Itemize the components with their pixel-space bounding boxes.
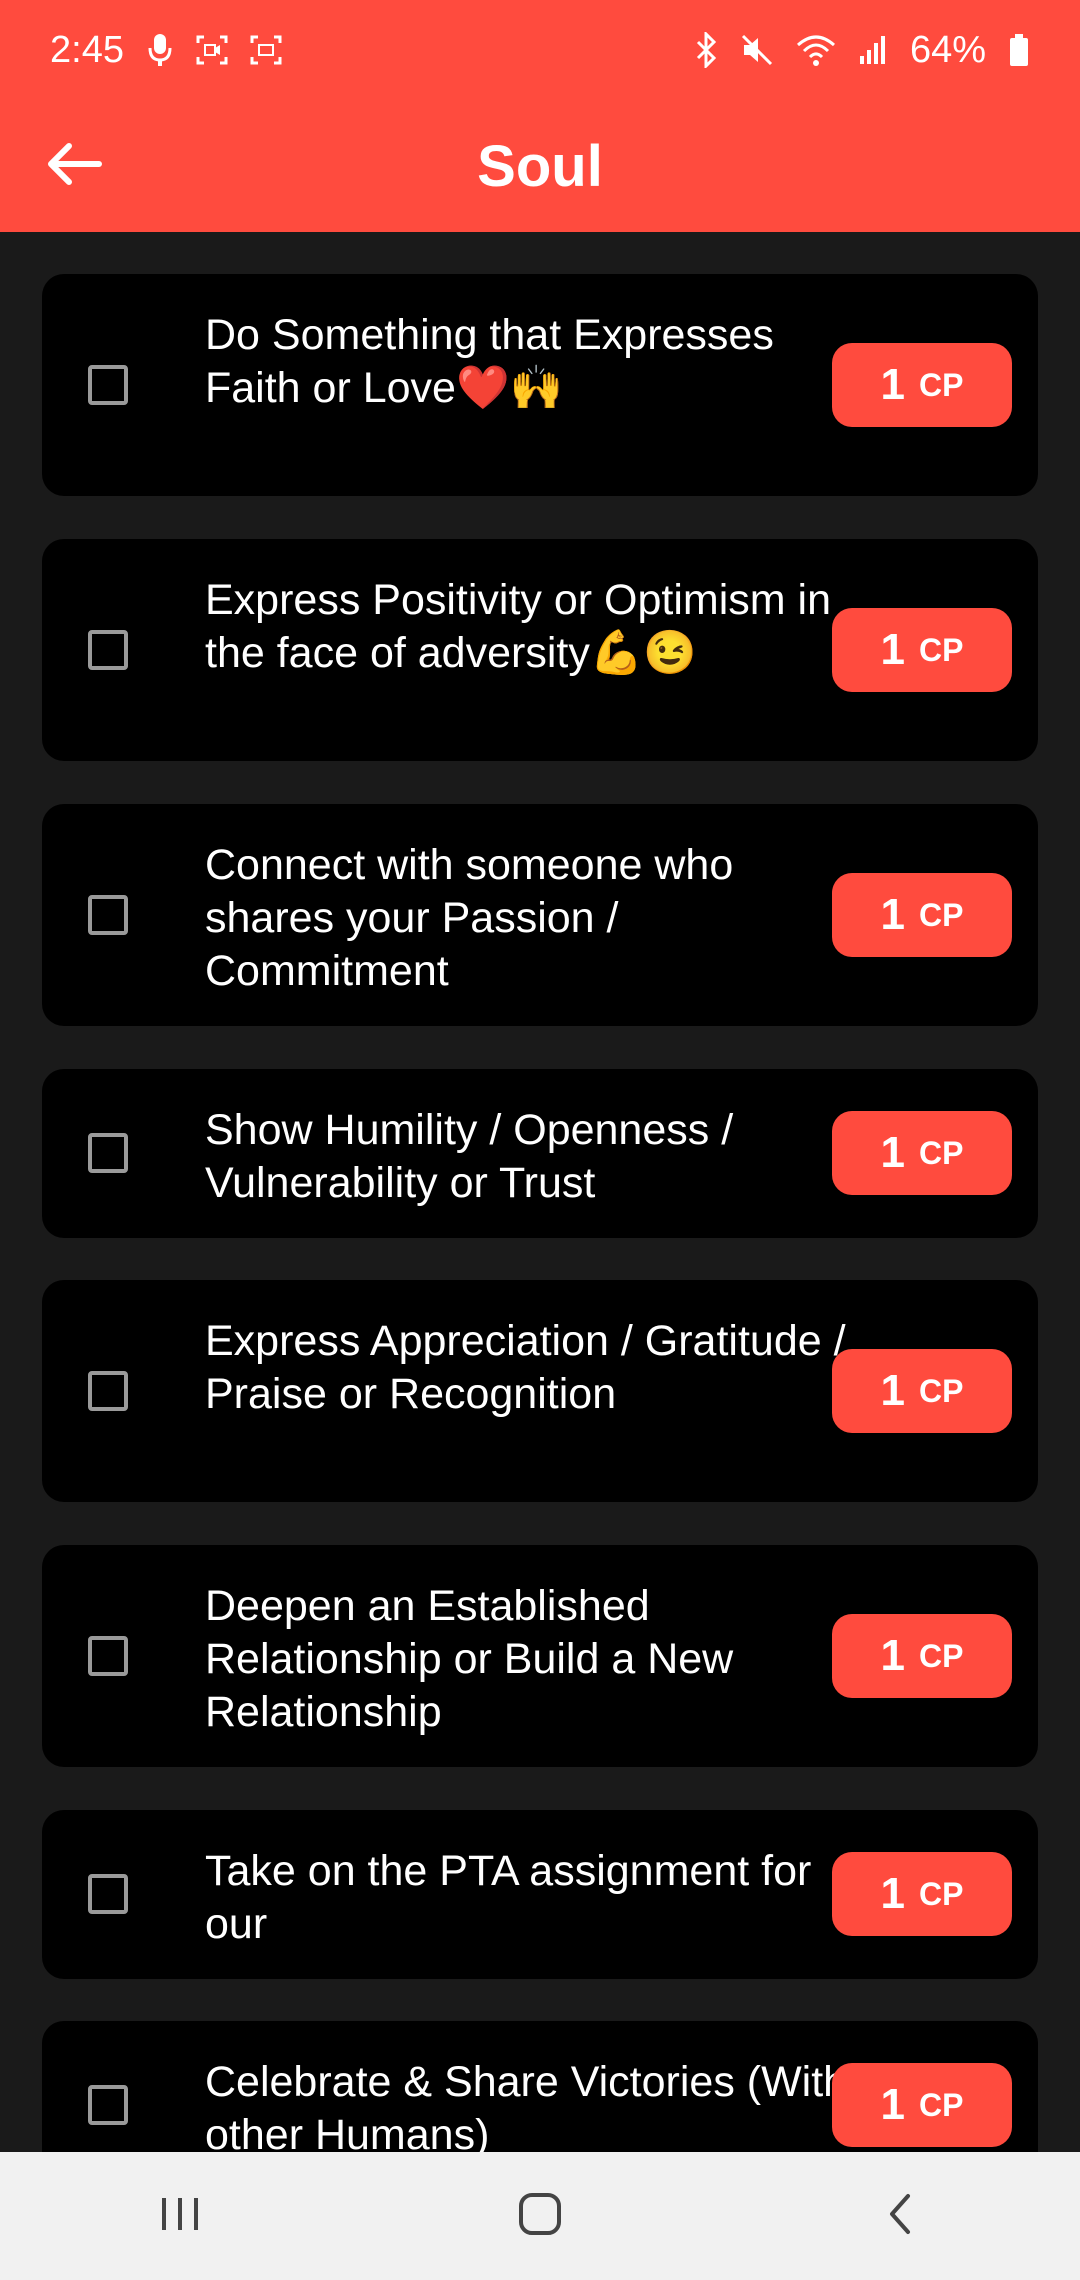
signal-icon [858,34,888,66]
points-unit: CP [919,631,964,668]
task-label: Deepen an Established Relationship or Bu… [205,1582,734,1736]
recent-apps-icon [158,2194,202,2239]
task-label: Take on the PTA assignment for our [205,1847,812,1948]
task-checkbox[interactable] [88,630,128,670]
battery-icon [1008,33,1030,67]
task-checkbox[interactable] [88,1636,128,1676]
home-button[interactable] [480,2166,600,2266]
points-unit: CP [919,1875,964,1912]
task-checkbox[interactable] [88,1133,128,1173]
bluetooth-icon [694,32,718,68]
task-checkbox[interactable] [88,1874,128,1914]
points-unit: CP [919,896,964,933]
points-badge[interactable]: 1 CP [832,1614,1012,1698]
points-value: 1 [880,890,906,939]
points-badge[interactable]: 1 CP [832,2063,1012,2147]
battery-percent: 64% [909,28,986,71]
task-checkbox[interactable] [88,2085,128,2125]
screen-record-icon [196,35,228,65]
points-badge[interactable]: 1 CP [832,1852,1012,1936]
points-badge[interactable]: 1 CP [832,343,1012,427]
status-time: 2:45 [50,28,124,71]
wifi-icon [796,33,836,67]
points-value: 1 [880,2080,906,2129]
page-title: Soul [477,133,603,199]
task-card[interactable]: Do Something that Expresses Faith or Lov… [42,274,1038,496]
task-checkbox[interactable] [88,1371,128,1411]
status-bar-right: 64% [694,29,1030,72]
task-label: Connect with someone who shares your Pas… [205,841,734,995]
status-bar: 2:45 64% [0,0,1080,100]
screen-capture-icon [250,35,282,65]
task-card[interactable]: Connect with someone who shares your Pas… [42,804,1038,1026]
task-card[interactable]: Take on the PTA assignment for our 1 CP [42,1810,1038,1979]
points-unit: CP [919,1637,964,1674]
task-label: Celebrate & Share Victories (With other … [205,2058,848,2152]
status-bar-left: 2:45 [50,29,282,72]
points-badge[interactable]: 1 CP [832,608,1012,692]
points-badge[interactable]: 1 CP [832,1111,1012,1195]
task-card[interactable]: Express Appreciation / Gratitude / Prais… [42,1280,1038,1502]
task-label: Express Positivity or Optimism in the fa… [205,576,832,677]
app-bar: Soul [0,100,1080,232]
points-value: 1 [880,625,906,674]
points-value: 1 [880,1128,906,1177]
mic-icon [146,32,174,68]
task-list[interactable]: Do Something that Expresses Faith or Lov… [0,232,1080,2152]
points-value: 1 [880,1631,906,1680]
home-icon [516,2190,564,2243]
points-value: 1 [880,1366,906,1415]
points-unit: CP [919,1372,964,1409]
task-checkbox[interactable] [88,365,128,405]
points-value: 1 [880,360,906,409]
points-unit: CP [919,366,964,403]
points-badge[interactable]: 1 CP [832,873,1012,957]
task-label: Show Humility / Openness / Vulnerability… [205,1106,734,1207]
points-badge[interactable]: 1 CP [832,1349,1012,1433]
back-icon [882,2190,918,2243]
points-unit: CP [919,2086,964,2123]
task-label: Do Something that Expresses Faith or Lov… [205,311,774,412]
system-nav-bar [0,2152,1080,2280]
task-label: Express Appreciation / Gratitude / Prais… [205,1317,846,1418]
task-card[interactable]: Deepen an Established Relationship or Bu… [42,1545,1038,1767]
task-checkbox[interactable] [88,895,128,935]
points-unit: CP [919,1134,964,1171]
task-card[interactable]: Celebrate & Share Victories (With other … [42,2021,1038,2152]
task-card[interactable]: Show Humility / Openness / Vulnerability… [42,1069,1038,1238]
task-card[interactable]: Express Positivity or Optimism in the fa… [42,539,1038,761]
nav-back-button[interactable] [840,2166,960,2266]
recent-apps-button[interactable] [120,2166,240,2266]
points-value: 1 [880,1869,906,1918]
mute-icon [740,33,774,67]
